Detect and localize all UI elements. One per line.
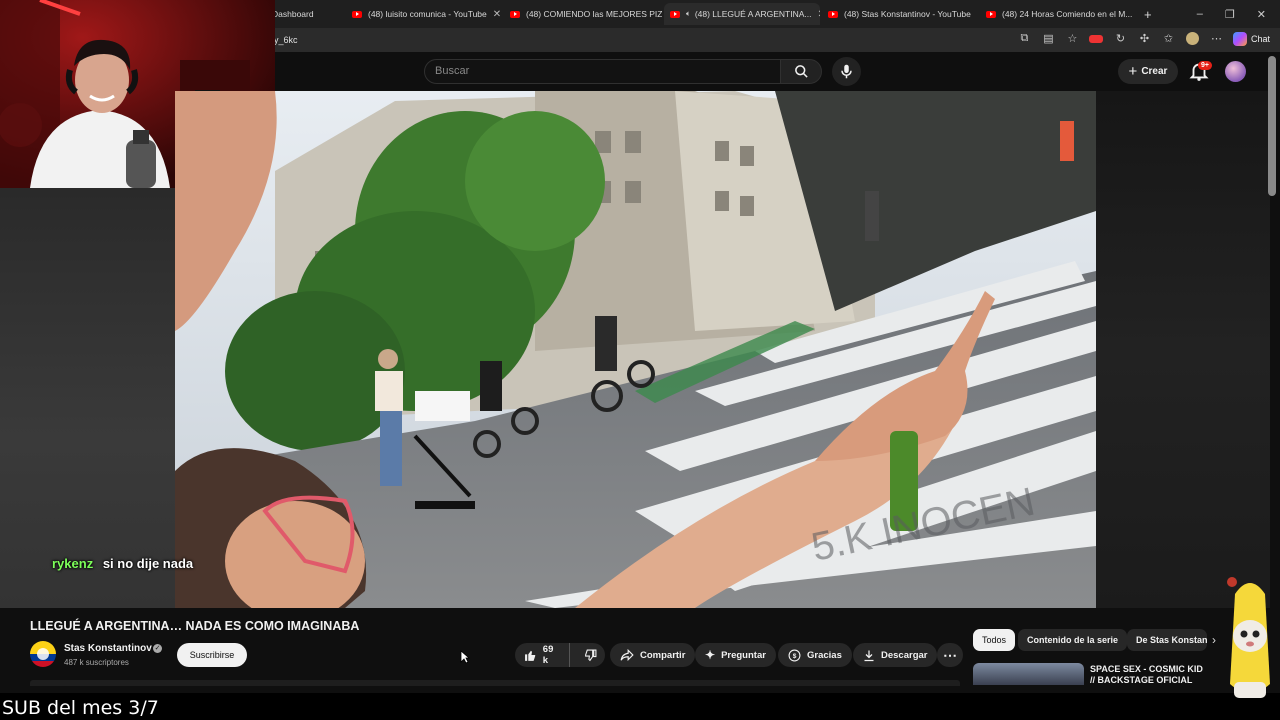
favorite-star-icon[interactable]: ☆ — [1065, 31, 1080, 46]
browser-tab-stas[interactable]: (48) Stas Konstantinov - YouTube ✕ — [822, 3, 978, 25]
extension-red-icon[interactable] — [1089, 31, 1104, 46]
account-avatar[interactable] — [1225, 61, 1246, 82]
dislike-button[interactable] — [576, 643, 605, 667]
chat-label: Chat — [1250, 33, 1270, 44]
mouse-cursor-icon — [460, 650, 470, 664]
extensions-puzzle-icon[interactable]: ✣ — [1137, 31, 1152, 46]
minimize-icon[interactable]: – — [1197, 8, 1203, 20]
download-label: Descargar — [881, 649, 928, 661]
notification-badge: 9+ — [1198, 61, 1212, 70]
browser-tab-24horas[interactable]: (48) 24 Horas Comiendo en el M... ✕ — [980, 3, 1134, 25]
create-button[interactable]: + Crear — [1118, 59, 1178, 84]
new-tab-icon[interactable]: + — [1138, 3, 1158, 25]
url-text[interactable]: y_6kc — [274, 35, 298, 45]
svg-text:$: $ — [793, 652, 797, 659]
page-scrollbar[interactable] — [1268, 56, 1276, 196]
chat-text: si no dije nada — [102, 556, 194, 571]
browser-tab-luisito[interactable]: (48) luisito comunica - YouTube ✕ — [346, 3, 502, 25]
browser-tab-dashboard[interactable]: Dashboard — [266, 3, 342, 25]
like-count: 69 k — [542, 644, 554, 666]
youtube-favicon-icon — [670, 10, 680, 18]
verified-icon: ✓ — [153, 644, 162, 653]
stream-chat-message: rykenz si no dije nada — [52, 556, 193, 571]
search-placeholder: Buscar — [435, 65, 470, 77]
thanks-label: Gracias — [807, 649, 842, 661]
tab-label: (48) LLEGUÉ A ARGENTINA... — [694, 9, 812, 19]
copilot-icon — [1232, 31, 1247, 46]
close-tab-icon[interactable]: ✕ — [812, 9, 821, 20]
share-label: Compartir — [640, 649, 686, 661]
download-icon — [864, 650, 874, 661]
tab-label: (48) 24 Horas Comiendo en el M... — [1002, 9, 1133, 19]
thumbs-down-icon — [585, 649, 597, 661]
more-horizontal-icon: ⋯ — [943, 646, 957, 663]
plus-icon: + — [1128, 63, 1138, 80]
like-button[interactable]: 69 k — [515, 643, 570, 667]
tab-label: (48) Stas Konstantinov - YouTube — [844, 9, 971, 19]
subscriber-count: 487 k suscriptores — [64, 658, 129, 667]
subscribe-button[interactable]: Suscribirse — [177, 643, 247, 667]
close-tab-icon[interactable]: ✕ — [487, 9, 501, 20]
close-window-icon[interactable]: ✕ — [1257, 8, 1266, 21]
sparkle-icon: ✦ — [705, 648, 716, 662]
maximize-icon[interactable]: ❐ — [1225, 8, 1235, 21]
channel-avatar[interactable] — [30, 641, 56, 667]
chip-series-content[interactable]: Contenido de la serie — [1018, 629, 1128, 651]
video-player[interactable]: 5.K INOCEN — [175, 91, 1096, 608]
channel-name[interactable]: Stas Konstantinov — [64, 643, 152, 654]
youtube-favicon-icon — [828, 10, 838, 18]
chevron-right-icon[interactable]: › — [1212, 633, 1216, 647]
recommendation-thumbnail[interactable] — [973, 663, 1084, 685]
close-tab-icon[interactable]: ✕ — [971, 9, 978, 20]
share-button[interactable]: Compartir — [610, 643, 696, 667]
copilot-chat-button[interactable]: Chat — [1232, 31, 1270, 46]
youtube-favicon-icon — [352, 10, 362, 18]
voice-search-button[interactable] — [832, 57, 861, 86]
tab-label: (48) COMIENDO las MEJORES PIZ... — [526, 9, 662, 19]
banana-cat-sticker-icon — [1227, 577, 1270, 698]
thanks-button[interactable]: $ Gracias — [778, 643, 852, 667]
speaker-icon[interactable]: 🔈︎ — [686, 9, 691, 19]
description-box-edge[interactable] — [30, 680, 960, 686]
right-panel-background — [1096, 91, 1270, 608]
stream-bottom-bar — [0, 693, 1280, 720]
translate-icon[interactable]: ⧉ — [1017, 31, 1032, 46]
youtube-favicon-icon — [510, 10, 520, 18]
thumbs-up-icon — [525, 650, 536, 661]
search-button[interactable] — [780, 59, 822, 84]
window-controls: – ❐ ✕ — [1197, 0, 1280, 28]
microphone-icon — [841, 64, 852, 79]
video-title: LLEGUÉ A ARGENTINA… NADA ES COMO IMAGINA… — [30, 619, 360, 633]
browser-tab-argentina[interactable]: 🔈︎ (48) LLEGUÉ A ARGENTINA... ✕ — [664, 3, 820, 25]
left-panel-background — [0, 188, 175, 608]
create-label: Crear — [1141, 66, 1168, 77]
reader-icon[interactable]: ▤ — [1041, 31, 1056, 46]
recommendation-title[interactable]: SPACE SEX - COSMIC KID // BACKSTAGE OFIC… — [1090, 664, 1210, 686]
more-actions-button[interactable]: ⋯ — [937, 643, 963, 667]
chat-username: rykenz — [52, 556, 94, 571]
chip-from-channel[interactable]: De Stas Konstantinov — [1127, 629, 1207, 651]
browser-tab-pizza[interactable]: (48) COMIENDO las MEJORES PIZ... ✕ — [504, 3, 662, 25]
colombia-flag-avatar-icon — [30, 641, 56, 667]
ask-label: Preguntar — [721, 649, 766, 661]
sub-goal-text: SUB del mes 3/7 — [2, 697, 159, 719]
share-arrow-icon — [620, 649, 634, 661]
browser-toolbar: ⧉ ▤ ☆ ↻ ✣ ✩ ⋯ Chat — [1017, 31, 1270, 46]
chip-all[interactable]: Todos — [973, 629, 1016, 651]
favorites-icon[interactable]: ✩ — [1161, 31, 1176, 46]
ask-button[interactable]: ✦ Preguntar — [695, 643, 776, 667]
more-menu-icon[interactable]: ⋯ — [1209, 31, 1224, 46]
refresh-extension-icon[interactable]: ↻ — [1113, 31, 1128, 46]
profile-icon[interactable] — [1185, 31, 1200, 46]
youtube-favicon-icon — [986, 10, 996, 18]
super-thanks-icon: $ — [788, 649, 801, 661]
tab-label: (48) luisito comunica - YouTube — [368, 9, 487, 19]
close-tab-icon[interactable]: ✕ — [1132, 9, 1134, 20]
search-icon — [794, 65, 808, 78]
download-button[interactable]: Descargar — [853, 643, 938, 667]
like-dislike-group: 69 k — [515, 643, 605, 667]
tab-label: Dashboard — [272, 9, 314, 19]
search-input[interactable] — [424, 59, 782, 84]
